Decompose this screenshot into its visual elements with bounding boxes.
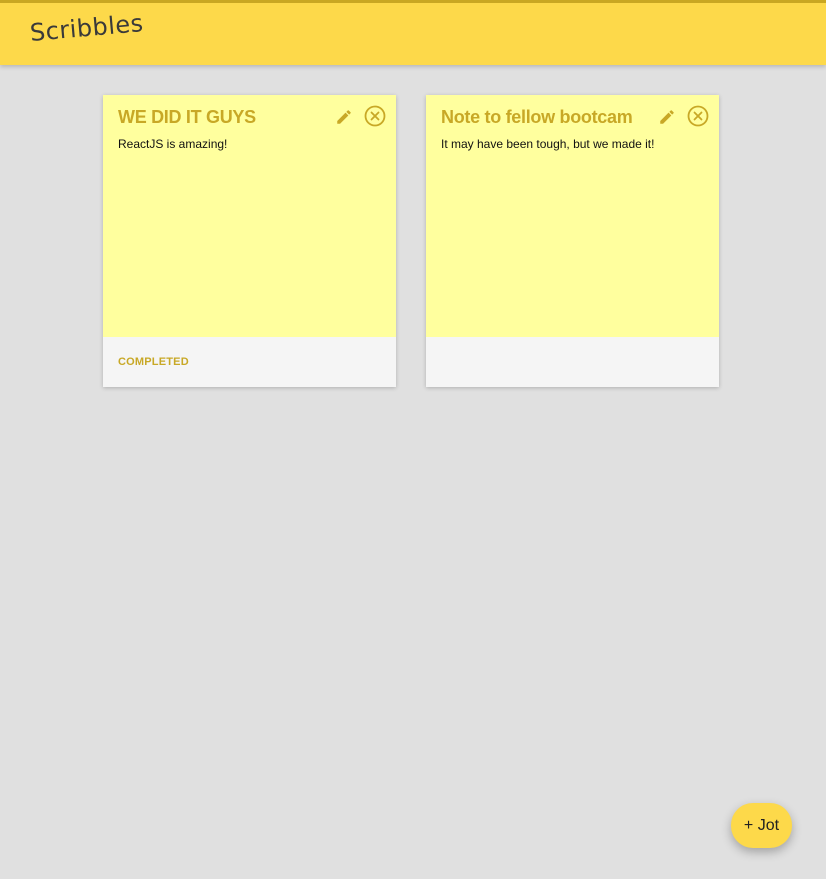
app-header: Scribbles [0,0,826,65]
close-circle-icon [687,105,709,127]
add-jot-button[interactable]: + Jot [731,803,792,848]
delete-note-button[interactable] [686,104,710,128]
edit-note-button[interactable] [658,108,676,126]
delete-note-button[interactable] [363,104,387,128]
edit-note-button[interactable] [335,108,353,126]
pencil-icon [337,110,351,124]
app-title: Scribbles [28,9,145,47]
note-title: WE DID IT GUYS [118,107,256,127]
note-text: It may have been tough, but we made it! [441,137,655,151]
note-body: WE DID IT GUYS ReactJS is amazing! [103,95,396,337]
note-body: Note to fellow bootcam It may have been … [426,95,719,337]
note-footer [426,337,719,387]
pencil-icon [660,110,674,124]
note-card: WE DID IT GUYS ReactJS is amazing! COMPL… [103,95,396,387]
close-circle-icon [364,105,386,127]
note-title: Note to fellow bootcam [441,107,633,127]
note-card: Note to fellow bootcam It may have been … [426,95,719,387]
note-footer: COMPLETED [103,337,396,387]
note-text: ReactJS is amazing! [118,137,228,151]
status-label: COMPLETED [118,356,189,368]
